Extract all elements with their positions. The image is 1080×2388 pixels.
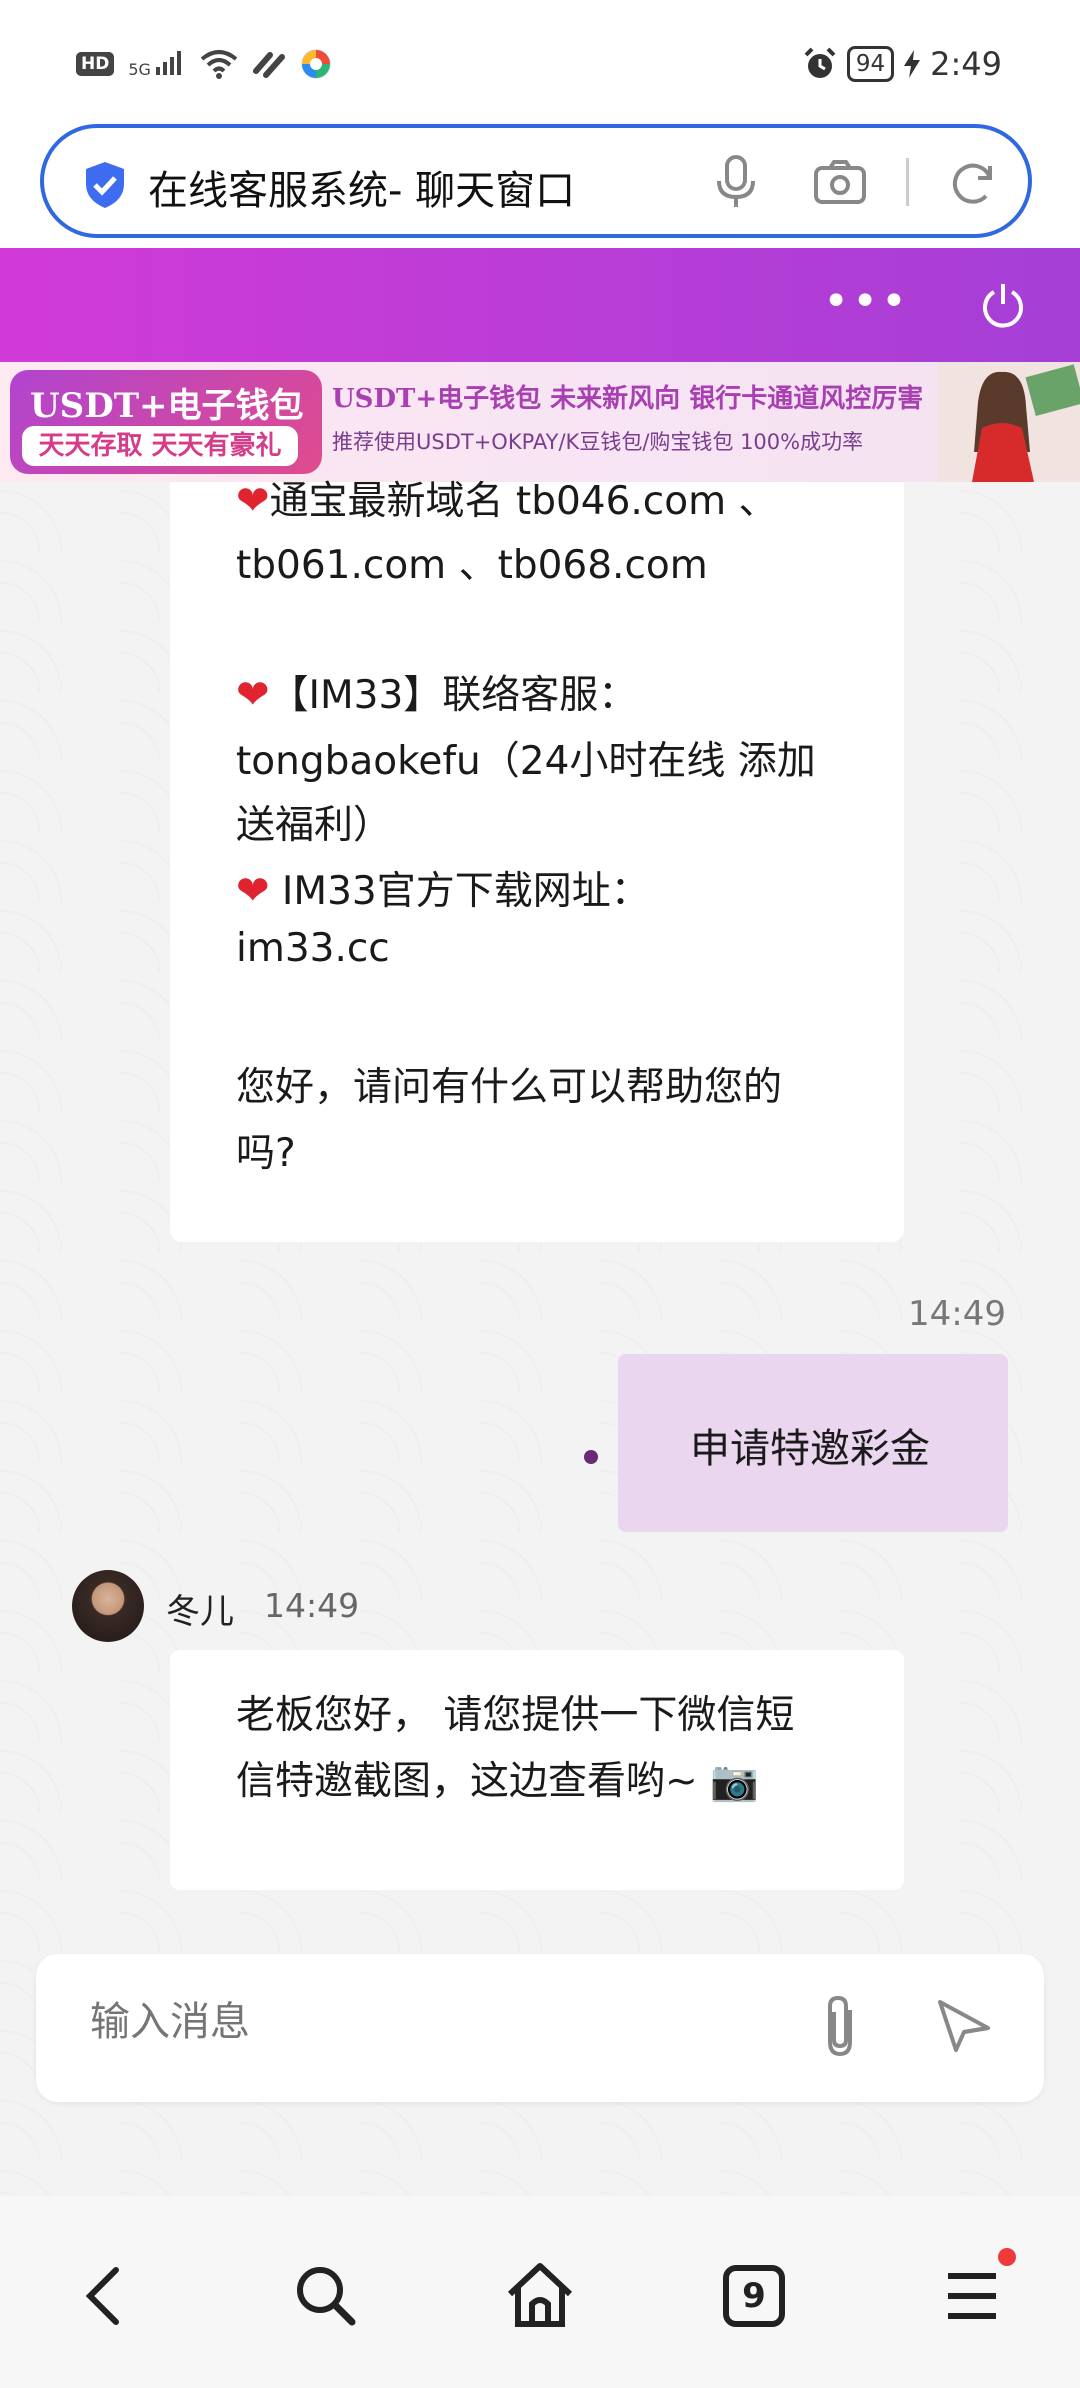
banner-badge: USDT+电子钱包 天天存取 天天有豪礼: [10, 370, 322, 474]
chat-header: •••: [0, 248, 1080, 362]
wifi-icon: [200, 50, 238, 79]
tabs-count: 9: [742, 2276, 766, 2316]
message-line: 吗?: [236, 1131, 296, 1176]
send-icon[interactable]: [936, 1998, 992, 2054]
agent-name: 冬儿: [166, 1592, 234, 1632]
user-message-time: 14:49: [908, 1294, 1006, 1334]
message-line: 您好，请问有什么可以帮助您的: [236, 1065, 783, 1110]
banner-subline: 推荐使用USDT+OKPAY/K豆钱包/购宝钱包 100%成功率: [332, 430, 864, 454]
tabs-button[interactable]: 9: [716, 2258, 792, 2334]
agent-message-time: 14:49: [264, 1586, 360, 1625]
address-bar[interactable]: 在线客服系统- 聊天窗口: [40, 124, 1032, 238]
shield-icon: [86, 162, 124, 208]
promo-banner[interactable]: USDT+电子钱包 天天存取 天天有豪礼 USDT+电子钱包 未来新风向 银行卡…: [0, 362, 1080, 482]
message-composer: [36, 1954, 1044, 2102]
read-indicator: [584, 1450, 598, 1464]
agent-message-bubble[interactable]: 老板您好， 请您提供一下微信短 信特邀截图，这边查看哟~ 📷: [170, 1650, 904, 1890]
agent-welcome-bubble: ❤通宝最新域名 tb046.com 、 tb061.com 、tb068.com…: [170, 478, 904, 1242]
message-line: im33.cc: [236, 926, 390, 971]
page-title: 在线客服系统- 聊天窗口: [148, 168, 576, 214]
banner-headline: USDT+电子钱包 未来新风向 银行卡通道风控厉害: [332, 384, 924, 414]
user-message-bubble[interactable]: 申请特邀彩金: [618, 1354, 1008, 1532]
message-line: 送福利）: [236, 803, 393, 848]
avatar[interactable]: [72, 1570, 144, 1642]
microphone-icon[interactable]: [716, 155, 756, 209]
status-left: HD 5G: [76, 44, 332, 84]
banner-badge-subtitle: 天天存取 天天有豪礼: [22, 426, 298, 466]
app-color-icon: [301, 49, 331, 79]
power-icon[interactable]: [978, 280, 1028, 330]
banner-model-image: [938, 362, 1080, 482]
menu-icon[interactable]: [934, 2256, 1014, 2336]
message-line: ❤【IM33】联络客服：: [236, 672, 638, 718]
heart-icon: ❤: [236, 868, 270, 914]
home-icon[interactable]: [500, 2256, 580, 2336]
reload-icon[interactable]: [948, 158, 998, 208]
search-icon[interactable]: [286, 2256, 366, 2336]
message-line: tb061.com 、tb068.com: [236, 543, 708, 588]
message-line: ❤通宝最新域名 tb046.com 、: [236, 478, 778, 524]
heart-icon: ❤: [236, 672, 270, 718]
charging-icon: [904, 50, 921, 78]
camera-icon[interactable]: [814, 160, 866, 204]
status-bar: HD 5G 94 2:49: [0, 0, 1080, 124]
clock: 2:49: [930, 45, 1002, 83]
alarm-icon: [804, 47, 836, 78]
status-right: 94 2:49: [803, 42, 1002, 86]
message-line: tongbaokefu（24小时在线 添加: [236, 739, 816, 784]
url-divider: [906, 158, 909, 206]
signal-icon: 5G: [128, 49, 186, 79]
message-input[interactable]: [88, 1998, 792, 2046]
back-icon[interactable]: [66, 2256, 146, 2336]
battery-indicator: 94: [846, 46, 895, 82]
banner-badge-title: USDT+电子钱包: [30, 386, 304, 426]
message-line: ❤ IM33官方下载网址：: [236, 868, 650, 914]
hd-icon: HD: [76, 52, 115, 76]
link-icon: [253, 52, 286, 78]
more-icon[interactable]: •••: [823, 276, 910, 327]
heart-icon: ❤: [236, 478, 270, 524]
attachment-icon[interactable]: [816, 1994, 866, 2060]
user-message-text: 申请特邀彩金: [690, 1426, 930, 1472]
message-line: 老板您好， 请您提供一下微信短: [236, 1693, 795, 1738]
message-line: 信特邀截图，这边查看哟~ 📷: [236, 1759, 759, 1804]
menu-notification-dot: [998, 2248, 1016, 2266]
browser-nav-bar: 9: [0, 2196, 1080, 2388]
